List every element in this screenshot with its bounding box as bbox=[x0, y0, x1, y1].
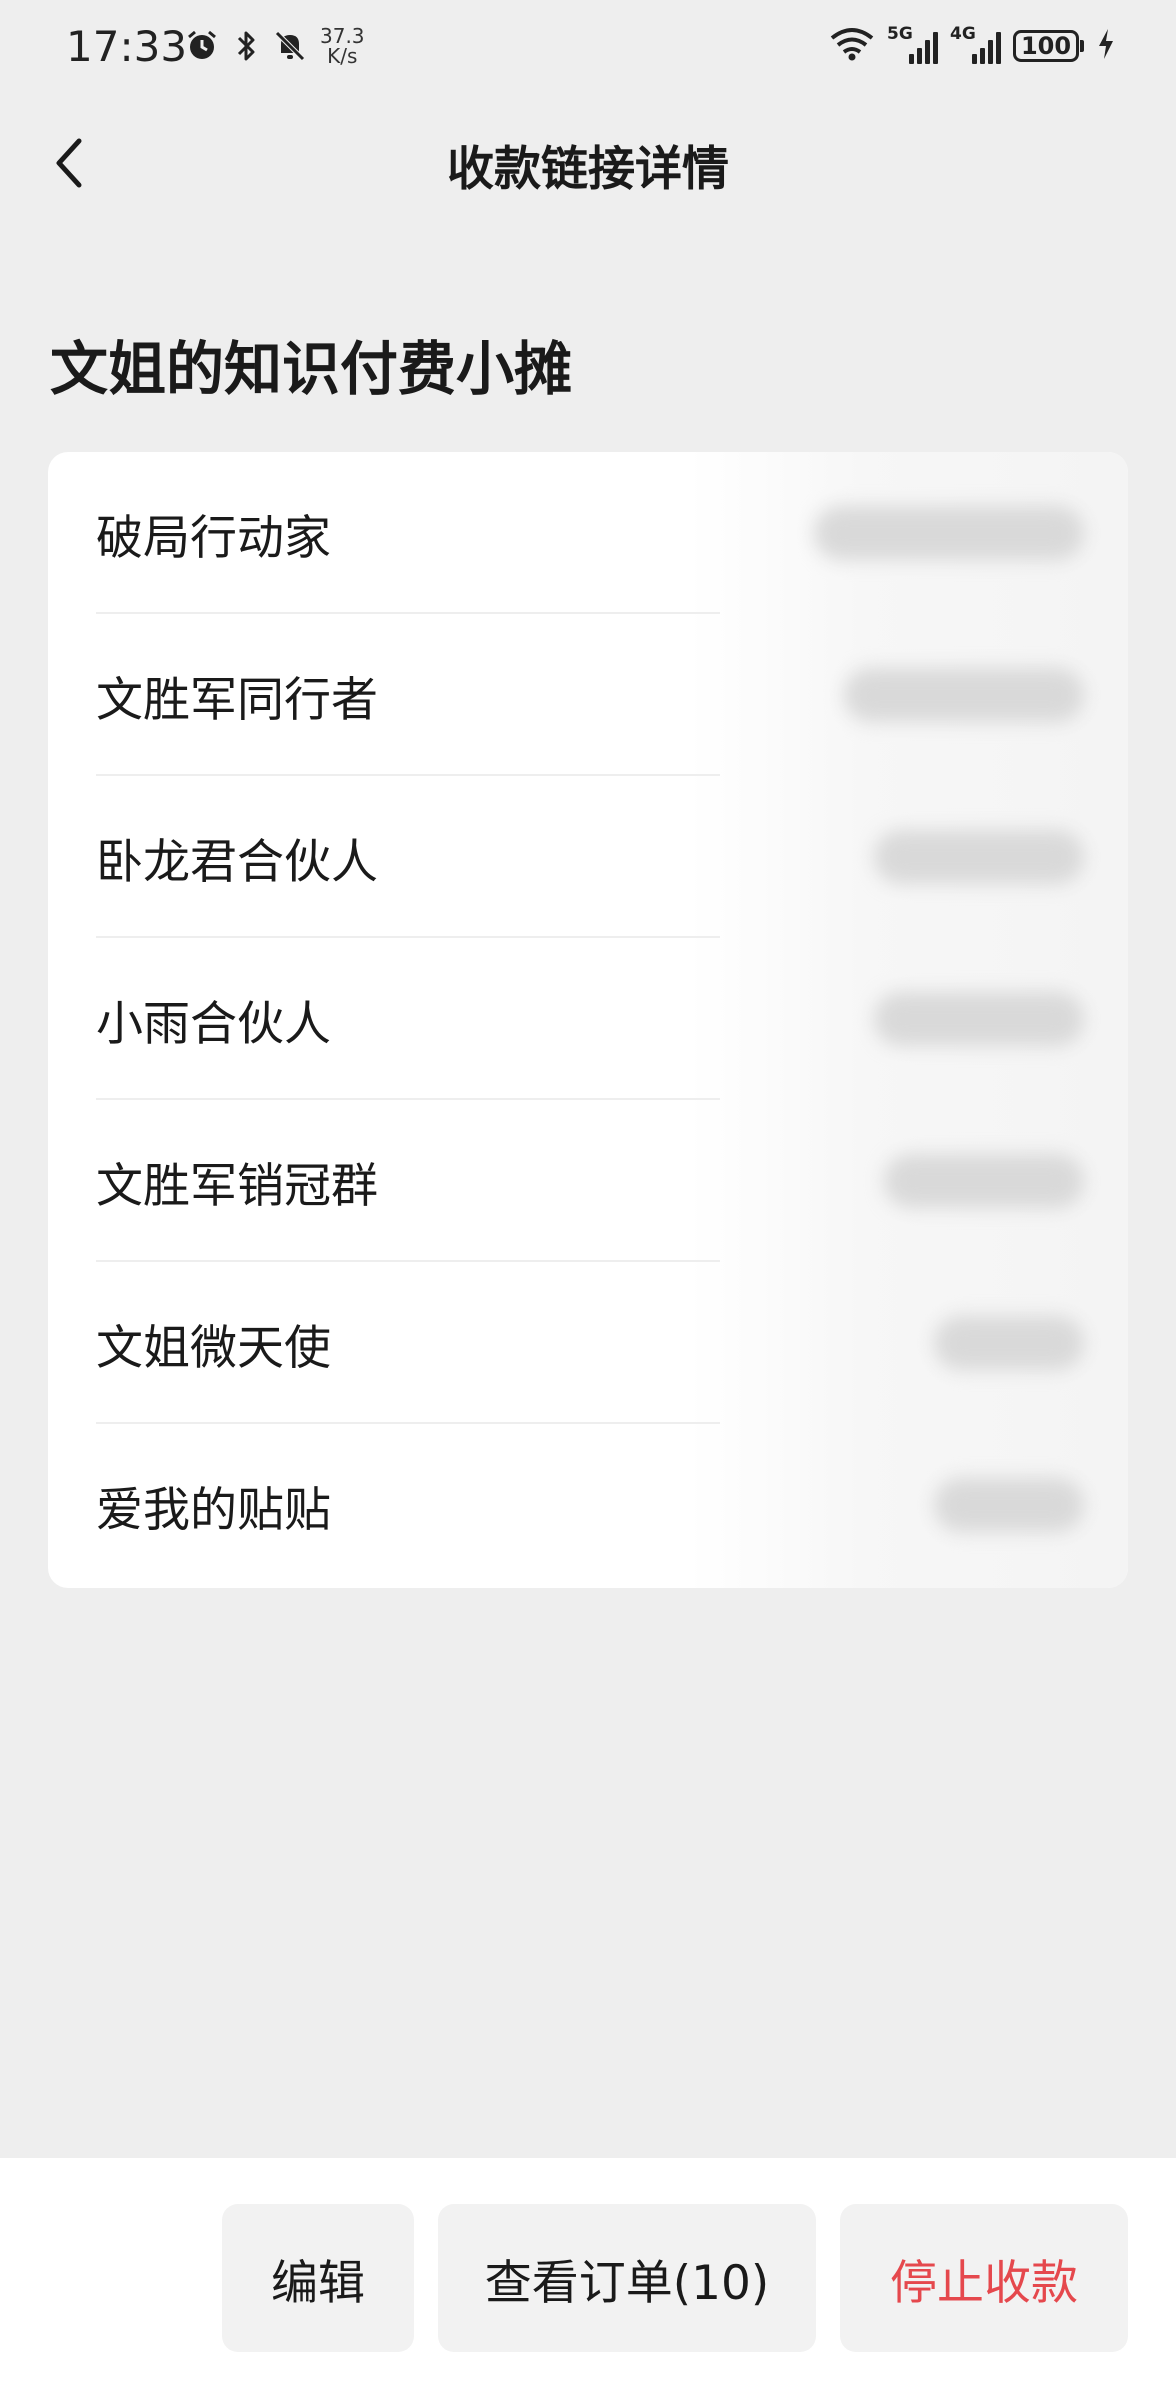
list-item-label: 爱我的贴贴 bbox=[96, 1482, 331, 1538]
list-item: 破局行动家 bbox=[48, 452, 1128, 614]
mute-bell-icon bbox=[272, 26, 308, 66]
signal-5g-icon: 5G bbox=[887, 24, 938, 64]
page-title: 收款链接详情 bbox=[447, 142, 729, 197]
stop-collecting-button[interactable]: 停止收款 bbox=[840, 2204, 1128, 2352]
list-item-label: 文姐微天使 bbox=[96, 1320, 331, 1376]
battery-icon: 100 bbox=[1013, 30, 1084, 62]
list-item: 文胜军销冠群 bbox=[48, 1100, 1128, 1262]
status-bar: 17:33 37.3 K/s 5G 4G 100 bbox=[0, 0, 1176, 100]
link-name-title: 文姐的知识付费小摊 bbox=[50, 335, 573, 403]
view-orders-button[interactable]: 查看订单(10) bbox=[438, 2204, 816, 2352]
list-item-label: 文胜军销冠群 bbox=[96, 1158, 378, 1214]
list-item: 文胜军同行者 bbox=[48, 614, 1128, 776]
list-item-label: 文胜军同行者 bbox=[96, 672, 378, 728]
blurred-value bbox=[874, 830, 1084, 884]
signal-4g-icon: 4G bbox=[950, 24, 1001, 64]
status-time: 17:33 bbox=[66, 22, 188, 71]
bottom-action-bar: 编辑 查看订单(10) 停止收款 bbox=[0, 2158, 1176, 2400]
status-right-icons: 5G 4G 100 bbox=[829, 24, 1116, 66]
list-item: 爱我的贴贴 bbox=[48, 1424, 1128, 1586]
bluetooth-icon bbox=[228, 26, 264, 66]
header: 收款链接详情 bbox=[0, 110, 1176, 220]
wifi-icon bbox=[829, 26, 875, 66]
list-item-label: 破局行动家 bbox=[96, 510, 331, 566]
list-item: 卧龙君合伙人 bbox=[48, 776, 1128, 938]
status-left-icons: 37.3 K/s bbox=[184, 26, 365, 66]
list-item-label: 小雨合伙人 bbox=[96, 996, 331, 1052]
blurred-value bbox=[884, 1154, 1084, 1208]
list-item-label: 卧龙君合伙人 bbox=[96, 834, 378, 890]
alarm-icon bbox=[184, 26, 220, 66]
edit-button[interactable]: 编辑 bbox=[222, 2204, 414, 2352]
signal-4g-label: 4G bbox=[950, 24, 976, 44]
list-item: 文姐微天使 bbox=[48, 1262, 1128, 1424]
list-item: 小雨合伙人 bbox=[48, 938, 1128, 1100]
blurred-value bbox=[844, 668, 1084, 722]
blurred-value bbox=[934, 1478, 1084, 1532]
charging-icon bbox=[1096, 27, 1116, 65]
blurred-value bbox=[874, 992, 1084, 1046]
network-speed: 37.3 K/s bbox=[320, 26, 365, 66]
blurred-value bbox=[814, 506, 1084, 560]
battery-level: 100 bbox=[1013, 30, 1079, 62]
detail-card: 破局行动家 文胜军同行者 卧龙君合伙人 小雨合伙人 文胜军销冠群 文姐微天使 爱… bbox=[48, 452, 1128, 1588]
network-speed-unit: K/s bbox=[327, 44, 358, 68]
signal-5g-label: 5G bbox=[887, 24, 913, 44]
network-speed-value: 37.3 bbox=[320, 24, 365, 48]
blurred-value bbox=[934, 1316, 1084, 1370]
